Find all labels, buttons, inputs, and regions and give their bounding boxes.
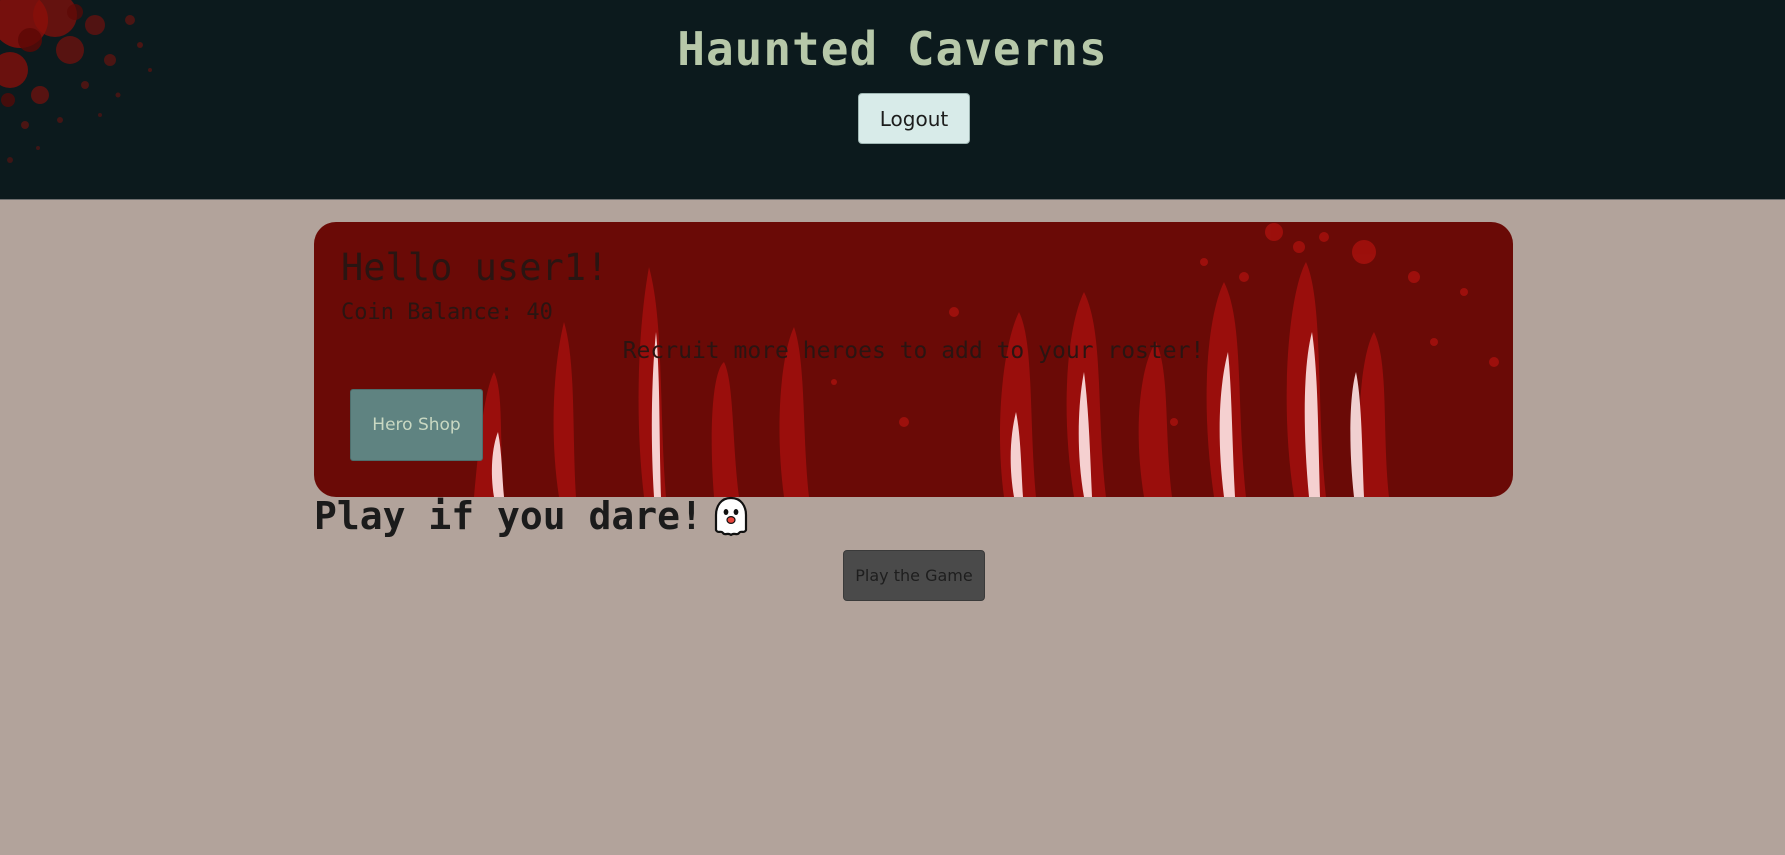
play-game-button[interactable]: Play the Game	[843, 550, 985, 601]
play-heading: Play if you dare!	[314, 494, 753, 538]
coin-balance: Coin Balance: 40	[341, 300, 553, 325]
play-heading-text: Play if you dare!	[314, 494, 703, 538]
recruit-message: Recruit more heroes to add to your roste…	[622, 338, 1205, 364]
hero-shop-button[interactable]: Hero Shop	[350, 389, 483, 461]
ghost-icon	[714, 496, 748, 537]
site-header: Haunted Caverns Logout	[0, 0, 1785, 200]
greeting-heading: Hello user1!	[341, 246, 609, 289]
logout-button[interactable]: Logout	[858, 93, 970, 144]
site-title: Haunted Caverns	[677, 22, 1108, 76]
welcome-banner: Hello user1! Coin Balance: 40 Recruit mo…	[314, 222, 1513, 497]
